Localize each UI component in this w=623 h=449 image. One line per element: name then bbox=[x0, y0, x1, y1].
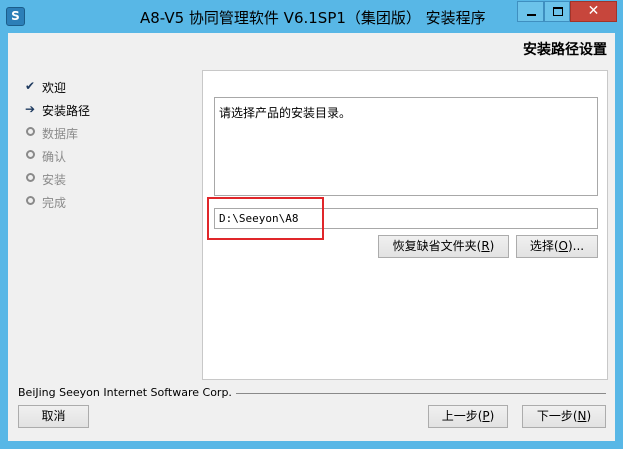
next-button[interactable]: 下一步(N) bbox=[522, 405, 606, 428]
install-path-input[interactable]: D:\Seeyon\A8 bbox=[214, 208, 598, 229]
restore-accel: R bbox=[481, 239, 490, 253]
installer-window: A8-V5 协同管理软件 V6.1SP1（集团版） 安装程序 ✕ 安装路径设置 … bbox=[0, 0, 623, 449]
footer: BeiJing Seeyon Internet Software Corp. 取… bbox=[8, 381, 615, 441]
circle-icon bbox=[26, 173, 35, 182]
client-area: 安装路径设置 ✔ 欢迎 ➔ 安装路径 数据库 确认 安装 完成 请选择产品的安装… bbox=[8, 33, 615, 441]
cancel-button[interactable]: 取消 bbox=[18, 405, 89, 428]
circle-icon bbox=[26, 127, 35, 136]
company-name: BeiJing Seeyon Internet Software Corp. bbox=[18, 386, 236, 399]
description-box: 请选择产品的安装目录。 bbox=[214, 97, 598, 196]
window-title: A8-V5 协同管理软件 V6.1SP1（集团版） 安装程序 bbox=[140, 9, 486, 27]
description-text: 请选择产品的安装目录。 bbox=[219, 106, 352, 120]
prev-accel: P bbox=[482, 409, 490, 423]
next-label: 下一步( bbox=[536, 409, 578, 423]
circle-icon bbox=[26, 150, 35, 159]
previous-button[interactable]: 上一步(P) bbox=[428, 405, 508, 428]
step-label: 数据库 bbox=[42, 127, 79, 141]
choose-label: 选择( bbox=[529, 239, 559, 253]
close-icon: ✕ bbox=[587, 3, 600, 19]
minimize-icon bbox=[527, 14, 536, 16]
main-panel: 请选择产品的安装目录。 D:\Seeyon\A8 恢复缺省文件夹(R) 选择(O… bbox=[202, 70, 608, 380]
check-icon: ✔ bbox=[24, 79, 36, 93]
choose-accel: O bbox=[558, 239, 568, 253]
step-label: 安装 bbox=[42, 173, 67, 187]
close-button[interactable]: ✕ bbox=[570, 1, 617, 22]
step-label: 确认 bbox=[42, 150, 67, 164]
page-title: 安装路径设置 bbox=[523, 42, 607, 58]
next-suffix: ) bbox=[586, 409, 592, 423]
maximize-button[interactable] bbox=[544, 1, 570, 22]
step-label: 完成 bbox=[42, 196, 67, 210]
maximize-icon bbox=[553, 7, 563, 16]
title-bar[interactable]: A8-V5 协同管理软件 V6.1SP1（集团版） 安装程序 ✕ bbox=[0, 0, 623, 33]
choose-suffix: )... bbox=[568, 239, 585, 253]
step-label: 欢迎 bbox=[42, 81, 67, 95]
prev-suffix: ) bbox=[489, 409, 495, 423]
prev-label: 上一步( bbox=[441, 409, 483, 423]
restore-label: 恢复缺省文件夹( bbox=[392, 239, 482, 253]
arrow-right-icon: ➔ bbox=[24, 102, 36, 116]
page-header: 安装路径设置 bbox=[8, 33, 615, 63]
steps-panel: ✔ 欢迎 ➔ 安装路径 数据库 确认 安装 完成 bbox=[8, 63, 203, 381]
restore-default-folder-button[interactable]: 恢复缺省文件夹(R) bbox=[378, 235, 509, 258]
choose-folder-button[interactable]: 选择(O)... bbox=[516, 235, 598, 258]
circle-icon bbox=[26, 196, 35, 205]
restore-suffix: ) bbox=[489, 239, 495, 253]
minimize-button[interactable] bbox=[517, 1, 544, 22]
step-label: 安装路径 bbox=[42, 104, 91, 118]
app-logo-icon bbox=[6, 7, 25, 26]
